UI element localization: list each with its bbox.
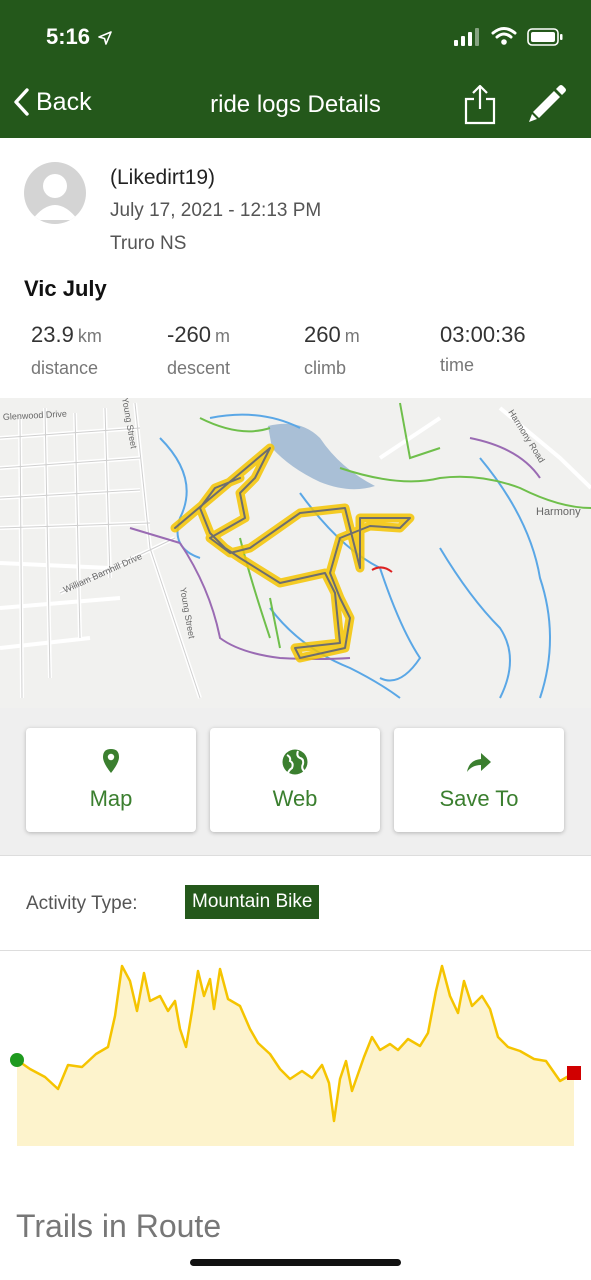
status-bar: 5:16 bbox=[0, 0, 591, 75]
route-map-canvas: Glenwood Drive Young Street William Barn… bbox=[0, 397, 591, 708]
username[interactable]: (Likedirt19) bbox=[110, 166, 215, 190]
stat-descent-unit: m bbox=[215, 326, 231, 346]
stat-descent-label: descent bbox=[167, 358, 231, 378]
status-time: 5:16 bbox=[46, 24, 112, 50]
stat-distance-label: distance bbox=[31, 358, 99, 378]
share-button[interactable] bbox=[463, 83, 497, 130]
stat-distance: 23.9 km distance bbox=[31, 322, 102, 379]
stat-climb-label: climb bbox=[304, 358, 347, 378]
save-to-button-label: Save To bbox=[439, 786, 519, 811]
status-icons bbox=[454, 26, 563, 51]
wifi-icon bbox=[491, 27, 517, 45]
elevation-chart bbox=[10, 964, 581, 1146]
stat-climb-unit: m bbox=[344, 326, 360, 346]
nav-bar: Back ride logs Details bbox=[0, 75, 591, 138]
map-button-label: Map bbox=[89, 786, 133, 811]
elevation-profile bbox=[0, 951, 591, 1161]
map-pin-icon bbox=[103, 749, 119, 773]
map-button[interactable]: Map bbox=[26, 728, 196, 832]
action-bar: Map Web Save To bbox=[0, 708, 591, 856]
save-to-button[interactable]: Save To bbox=[394, 728, 564, 832]
signal-icon bbox=[454, 28, 480, 46]
page-title: ride logs Details bbox=[210, 91, 381, 118]
home-indicator[interactable] bbox=[190, 1259, 401, 1266]
label-harmony: Harmony bbox=[536, 506, 581, 518]
pencil-icon bbox=[529, 85, 566, 122]
elevation-area bbox=[17, 966, 574, 1146]
user-icon bbox=[32, 174, 78, 220]
activity-type-row: Activity Type: Mountain Bike bbox=[0, 856, 591, 951]
stat-descent-value: -260 bbox=[167, 322, 212, 347]
ride-title: Vic July bbox=[24, 276, 107, 301]
stat-distance-value: 23.9 bbox=[31, 322, 74, 347]
ride-location: Truro NS bbox=[110, 233, 187, 254]
ride-date: July 17, 2021 - 12:13 PM bbox=[110, 200, 322, 221]
share-icon bbox=[464, 84, 496, 125]
ride-summary: (Likedirt19) July 17, 2021 - 12:13 PM Tr… bbox=[0, 138, 591, 398]
globe-icon bbox=[282, 749, 308, 775]
trails-in-route-heading: Trails in Route bbox=[16, 1208, 222, 1244]
stat-descent: -260 m descent bbox=[167, 322, 230, 379]
web-button[interactable]: Web bbox=[210, 728, 380, 832]
stat-climb: 260 m climb bbox=[304, 322, 360, 379]
stat-time-value: 03:00:36 bbox=[440, 322, 526, 347]
activity-type-badge: Mountain Bike bbox=[185, 885, 320, 919]
location-arrow-icon bbox=[98, 31, 112, 45]
route-map[interactable]: Glenwood Drive Young Street William Barn… bbox=[0, 397, 591, 708]
avatar[interactable] bbox=[24, 162, 86, 224]
status-time-text: 5:16 bbox=[46, 24, 91, 49]
elevation-start-marker bbox=[10, 1053, 24, 1067]
battery-icon bbox=[527, 28, 563, 46]
activity-type-label: Activity Type: bbox=[26, 893, 138, 914]
share-arrow-icon bbox=[467, 753, 491, 772]
stat-climb-value: 260 bbox=[304, 322, 341, 347]
stat-time-label: time bbox=[440, 355, 475, 375]
web-button-label: Web bbox=[272, 786, 318, 811]
stat-time: 03:00:36 time bbox=[440, 322, 526, 376]
edit-button[interactable] bbox=[524, 81, 570, 132]
elevation-end-marker bbox=[567, 1066, 581, 1080]
stat-distance-unit: km bbox=[77, 326, 102, 346]
